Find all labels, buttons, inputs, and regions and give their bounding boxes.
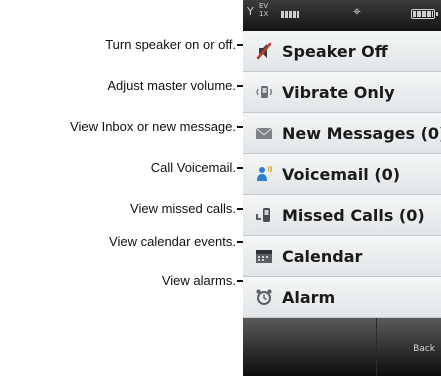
callout-messages: View Inbox or new message. bbox=[70, 119, 241, 135]
menu-item-label: Calendar bbox=[282, 246, 363, 266]
menu-item-label: Voicemail (0) bbox=[282, 164, 401, 184]
signal-bars-icon bbox=[281, 11, 299, 18]
callout-calendar-text: View calendar events. bbox=[109, 234, 236, 249]
callout-volume-text: Adjust master volume. bbox=[107, 78, 236, 93]
softkey-divider bbox=[376, 318, 377, 376]
calendar-icon bbox=[255, 247, 273, 265]
network-evdo-label: EV bbox=[259, 2, 269, 10]
menu-item-label: Alarm bbox=[282, 287, 336, 307]
callout-speaker-text: Turn speaker on or off. bbox=[105, 37, 236, 52]
vibrate-icon bbox=[255, 83, 273, 101]
callout-calendar: View calendar events. bbox=[109, 234, 241, 250]
callout-speaker: Turn speaker on or off. bbox=[105, 37, 241, 53]
menu-item-alarm[interactable]: Alarm bbox=[243, 277, 441, 318]
quick-menu: Speaker Off Vibrate Only New Messages (0… bbox=[243, 31, 441, 318]
callout-messages-text: View Inbox or new message. bbox=[70, 119, 236, 134]
menu-item-label: New Messages (0) bbox=[282, 123, 441, 143]
status-bar: Y EV 1X ⌖ bbox=[243, 0, 441, 31]
menu-item-label: Missed Calls (0) bbox=[282, 205, 425, 225]
callout-alarm: View alarms. bbox=[162, 273, 241, 289]
envelope-icon bbox=[255, 124, 273, 142]
gps-icon: ⌖ bbox=[353, 4, 361, 20]
menu-item-calendar[interactable]: Calendar bbox=[243, 236, 441, 277]
missed-call-icon bbox=[255, 206, 273, 224]
menu-item-label: Vibrate Only bbox=[282, 82, 395, 102]
network-1x-label: 1X bbox=[259, 10, 269, 18]
alarm-clock-icon bbox=[255, 288, 273, 306]
menu-item-missed-calls[interactable]: Missed Calls (0) bbox=[243, 195, 441, 236]
phone-screen: Y EV 1X ⌖ Speaker Off Vibrate Only New M… bbox=[243, 0, 441, 376]
menu-item-vibrate-only[interactable]: Vibrate Only bbox=[243, 72, 441, 113]
menu-item-label: Speaker Off bbox=[282, 41, 388, 61]
callout-missed-calls-text: View missed calls. bbox=[130, 201, 236, 216]
callout-volume: Adjust master volume. bbox=[107, 78, 241, 94]
network-indicator: EV 1X bbox=[259, 2, 268, 18]
callout-voicemail: Call Voicemail. bbox=[151, 160, 241, 176]
voicemail-icon bbox=[255, 165, 273, 183]
callout-missed-calls: View missed calls. bbox=[130, 201, 241, 217]
menu-item-voicemail[interactable]: Voicemail (0) bbox=[243, 154, 441, 195]
callout-voicemail-text: Call Voicemail. bbox=[150, 160, 236, 175]
signal-antenna-icon: Y bbox=[247, 5, 254, 18]
callout-alarm-text: View alarms. bbox=[161, 273, 236, 288]
menu-item-speaker-off[interactable]: Speaker Off bbox=[243, 31, 441, 72]
back-softkey[interactable]: Back bbox=[413, 344, 435, 354]
speaker-off-icon bbox=[255, 42, 273, 60]
menu-item-new-messages[interactable]: New Messages (0) bbox=[243, 113, 441, 154]
softkey-bar: Back bbox=[243, 318, 441, 376]
battery-icon bbox=[411, 9, 438, 19]
